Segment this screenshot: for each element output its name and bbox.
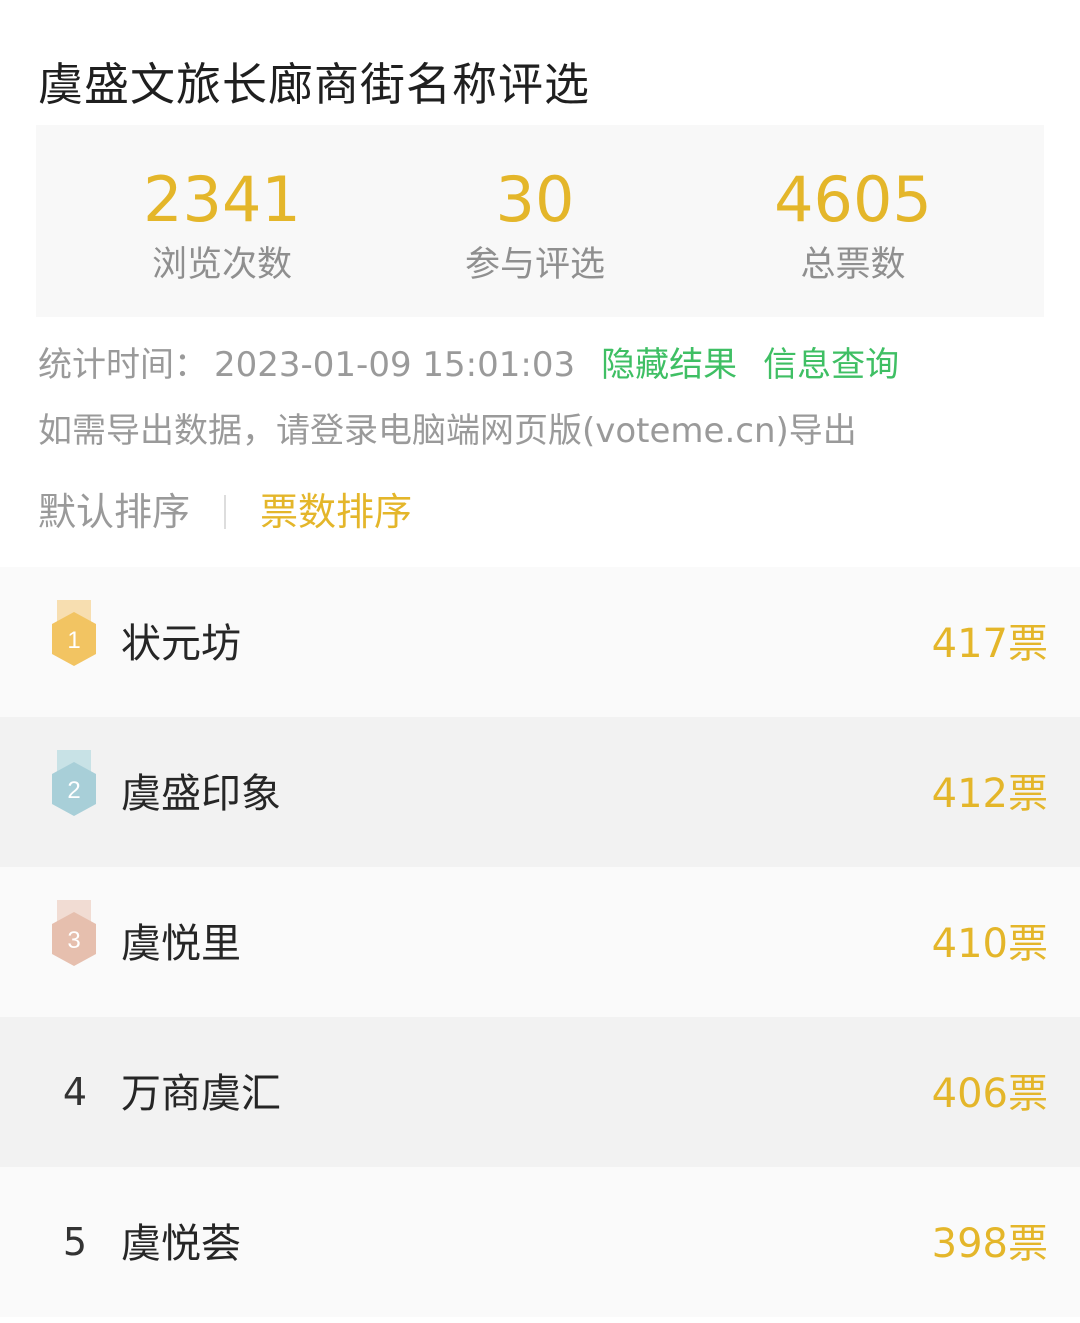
stat-total-votes: 4605 总票数	[685, 125, 1021, 317]
ranking-row[interactable]: 4 万商虞汇 406票	[0, 1017, 1080, 1167]
medal-rank-number: 2	[67, 777, 80, 804]
info-query-link[interactable]: 信息查询	[763, 345, 899, 385]
item-votes: 412票	[931, 771, 1048, 817]
item-votes: 410票	[931, 921, 1048, 967]
stats-time-value: 2023-01-09 15:01:03	[214, 345, 576, 385]
stats-time-line: 统计时间： 2023-01-09 15:01:03 隐藏结果 信息查询	[38, 342, 899, 388]
item-name: 万商虞汇	[121, 1071, 281, 1117]
silver-medal-icon: 2	[48, 750, 100, 818]
item-votes: 406票	[931, 1071, 1048, 1117]
item-votes: 398票	[931, 1221, 1048, 1267]
sort-bar: 默认排序 票数排序	[38, 487, 412, 537]
stat-participants-value: 30	[495, 163, 575, 236]
item-name: 虞悦里	[121, 921, 241, 967]
hide-results-link[interactable]: 隐藏结果	[601, 345, 737, 385]
medal-rank-number: 3	[67, 927, 80, 954]
sort-default-tab[interactable]: 默认排序	[38, 490, 190, 534]
stats-time-label: 统计时间：	[38, 345, 208, 385]
stat-views-label: 浏览次数	[151, 245, 292, 285]
ranking-row[interactable]: 2 虞盛印象 412票	[0, 717, 1080, 867]
page-title: 虞盛文旅长廊商街名称评选	[38, 58, 591, 111]
gold-medal-icon: 1	[48, 600, 100, 668]
stat-total-votes-label: 总票数	[800, 245, 906, 285]
item-name: 虞盛印象	[121, 771, 281, 817]
rank-number: 4	[62, 1070, 88, 1114]
stats-card: 2341 浏览次数 30 参与评选 4605 总票数	[36, 125, 1044, 317]
item-name: 虞悦荟	[121, 1221, 241, 1267]
vote-results-page: 虞盛文旅长廊商街名称评选 2341 浏览次数 30 参与评选 4605 总票数 …	[0, 0, 1080, 1323]
stat-participants: 30 参与评选	[367, 125, 703, 317]
bronze-medal-icon: 3	[48, 900, 100, 968]
ranking-row[interactable]: 1 状元坊 417票	[0, 567, 1080, 717]
rank-number: 5	[62, 1220, 88, 1264]
item-name: 状元坊	[121, 621, 241, 667]
medal-rank-number: 1	[67, 627, 80, 654]
export-note: 如需导出数据，请登录电脑端网页版(voteme.cn)导出	[38, 411, 857, 451]
stat-participants-label: 参与评选	[464, 245, 605, 285]
ranking-row[interactable]: 3 虞悦里 410票	[0, 867, 1080, 1017]
ranking-list: 1 状元坊 417票 2 虞盛印象 412票 3 虞悦里 410票 4 万商虞汇…	[0, 567, 1080, 1317]
stat-views: 2341 浏览次数	[54, 125, 390, 317]
sort-divider	[224, 495, 227, 529]
stat-total-votes-value: 4605	[774, 163, 932, 236]
sort-by-votes-tab[interactable]: 票数排序	[260, 490, 412, 534]
ranking-row[interactable]: 5 虞悦荟 398票	[0, 1167, 1080, 1317]
stat-views-value: 2341	[143, 163, 301, 236]
item-votes: 417票	[931, 621, 1048, 667]
